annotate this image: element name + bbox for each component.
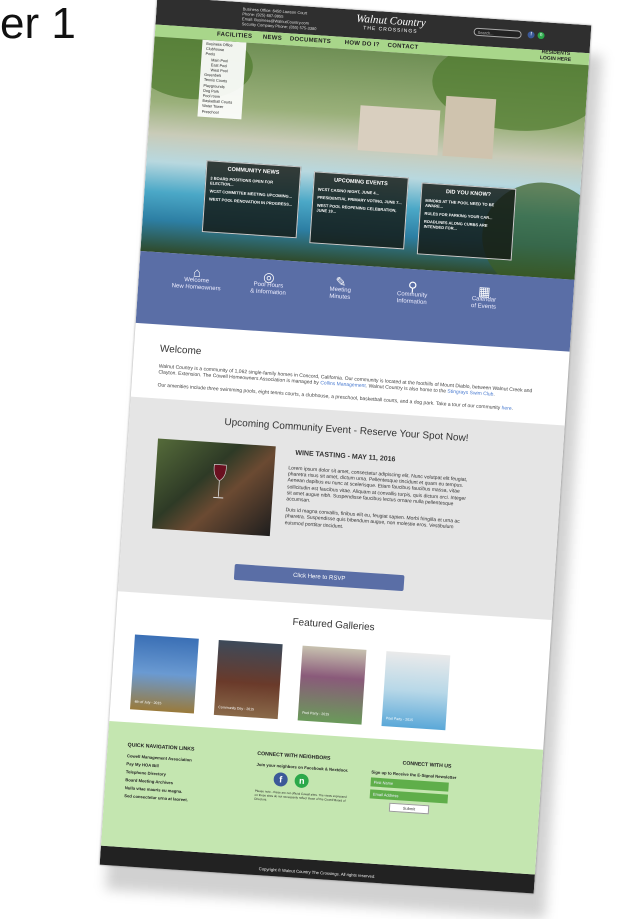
gallery-card[interactable]: Pool Party - 2015 (381, 651, 451, 731)
facilities-dropdown: Business Office Clubhouse Pools Main Poo… (197, 39, 247, 120)
quick-link-meeting-minutes[interactable]: ✎ Meeting Minutes (310, 274, 371, 303)
slide-title-fragment: er 1 (0, 0, 76, 48)
gallery-caption: Pool Party - 2015 (302, 710, 330, 717)
upcoming-events-box[interactable]: UPCOMING EVENTS WCST CASINO NIGHT, JUNE … (309, 171, 409, 250)
nav-news[interactable]: NEWS (263, 35, 283, 42)
contact-info: Business Office: 6450 Lawson Court Phone… (242, 6, 318, 31)
disclaimer: Please note - these are not official Cow… (254, 788, 347, 803)
quick-link-community-info[interactable]: ⚲ Community Information (381, 279, 442, 308)
rsvp-button[interactable]: Click Here to RSVP (233, 563, 405, 592)
tour-link[interactable]: here (501, 405, 511, 412)
wine-glass-icon (213, 464, 227, 499)
connect-with-us: CONNECT WITH US Sign up to Receive the E… (369, 758, 482, 817)
site-logo[interactable]: Walnut Country THE CROSSINGS (355, 13, 426, 36)
connect-neighbors: CONNECT WITH NEIGHBORS Join your neighbo… (254, 751, 352, 807)
email-field[interactable]: Email Address (369, 789, 449, 804)
gallery-card[interactable]: 4th of July - 2015 (130, 634, 199, 714)
footer-heading: CONNECT WITH NEIGHBORS (257, 750, 331, 762)
nextdoor-icon[interactable]: n (537, 31, 545, 40)
community-news-box[interactable]: COMMUNITY NEWS 3 BOARD POSITIONS OPEN FO… (201, 160, 302, 239)
event-photo (152, 438, 276, 537)
event-description: Lorem ipsum dolor sit amet, consectetur … (285, 465, 469, 538)
nav-contact[interactable]: CONTACT (387, 43, 418, 51)
social-icons: f n (273, 771, 351, 791)
gallery-card[interactable]: Community Day - 2015 (213, 640, 283, 720)
welcome-text: . (511, 405, 514, 412)
event-item[interactable]: WEST POOL REOPENING CELEBRATION, JUNE 19… (316, 203, 401, 219)
welcome-text: . (493, 391, 495, 398)
nav-facilities[interactable]: FACILITIES (217, 32, 253, 40)
gallery-caption: Pool Party - 2015 (385, 716, 414, 723)
connect-text: Join your neighbors on Facebook & Nextdo… (256, 761, 349, 773)
did-you-know-box[interactable]: DID YOU KNOW? MINORS AT THE POOL NEED TO… (416, 182, 517, 261)
quick-link-welcome[interactable]: ⌂ Welcome New Homeowners (166, 265, 227, 294)
nav-documents[interactable]: DOCUMENTS (290, 36, 332, 45)
quick-navigation: QUICK NAVIGATION LINKS Cowell Management… (124, 742, 238, 808)
facebook-icon[interactable]: f (273, 771, 289, 787)
search-input[interactable]: Search... (473, 27, 522, 39)
nextdoor-icon[interactable]: n (294, 773, 310, 789)
event-paragraph: Lorem ipsum dolor sit amet, consectetur … (286, 465, 468, 508)
event-title: WINE TASTING - MAY 11, 2016 (295, 449, 396, 464)
residents-login-link[interactable]: RESIDENTS LOGIN HERE (540, 49, 572, 63)
upcoming-event-section: Upcoming Community Event - Reserve Your … (117, 396, 565, 621)
gallery-caption: Community Day - 2015 (218, 705, 255, 712)
gallery-caption: 4th of July - 2015 (134, 699, 162, 706)
quick-link-pool-hours[interactable]: ◎ Pool Hours & Information (238, 269, 299, 299)
tip-item[interactable]: ROADLINES ALONG CURBS ARE INTENDED FOR..… (424, 219, 509, 235)
nav-how-do-i[interactable]: HOW DO I? (344, 40, 379, 48)
submit-button[interactable]: Submit (388, 802, 430, 815)
building (357, 105, 441, 156)
building (442, 95, 497, 160)
facebook-icon[interactable]: f (527, 31, 535, 39)
hero-banner: Business Office Clubhouse Pools Main Poo… (140, 36, 589, 280)
quick-link-calendar[interactable]: ▦ Calendar of Events (453, 283, 514, 313)
gallery-card[interactable]: Pool Party - 2015 (297, 645, 367, 725)
website-mockup: Business Office: 6450 Lawson Court Phone… (99, 0, 592, 894)
